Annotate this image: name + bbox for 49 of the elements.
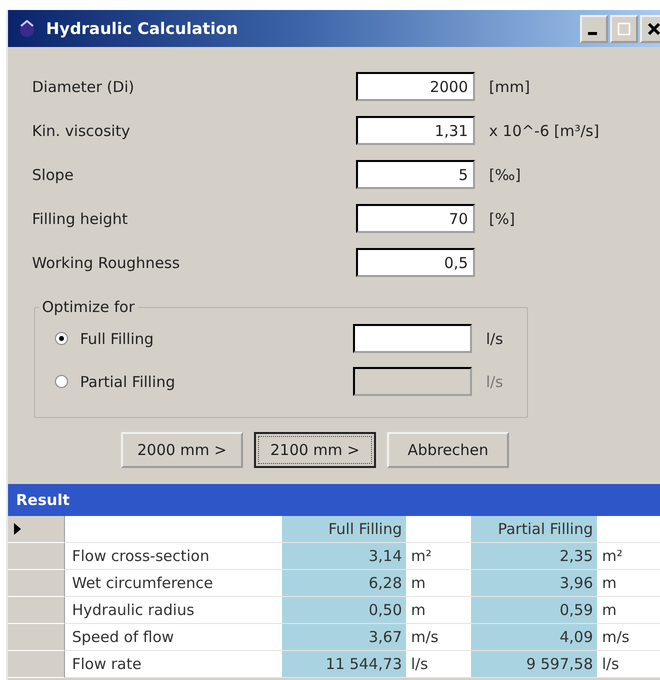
field-label: Filling height	[32, 210, 129, 228]
input-field[interactable]: 70	[356, 204, 475, 233]
table-cell: 3,96	[471, 570, 597, 597]
unit-label: l/s	[486, 372, 504, 390]
close-icon	[647, 22, 660, 36]
unit-label: [%]	[489, 210, 515, 228]
input-field[interactable]: 2000	[356, 72, 475, 101]
table-cell: 2,35	[471, 543, 597, 570]
table-cell: m	[597, 570, 660, 597]
unit-label: [mm]	[489, 78, 530, 96]
table-cell: 6,28	[282, 570, 406, 597]
table-cell: 0,50	[282, 597, 406, 624]
table-cell: 11 544,73	[282, 651, 406, 678]
table-cell: 4,09	[471, 624, 597, 651]
table-cell: 0,59	[471, 597, 597, 624]
table-cell: 9 597,58	[471, 651, 597, 678]
window-title: Hydraulic Calculation	[46, 19, 240, 38]
minimize-button[interactable]	[580, 14, 608, 42]
input-field[interactable]: 0,5	[356, 248, 475, 277]
action-button[interactable]: 2100 mm >	[254, 432, 376, 468]
group-title: Optimize for	[41, 298, 136, 316]
table-cell: Full Filling	[282, 516, 406, 543]
field-label: Diameter (Di)	[32, 78, 136, 96]
action-button[interactable]: 2000 mm >	[121, 432, 243, 468]
app-icon	[18, 20, 36, 38]
field-label: Kin. viscosity	[32, 122, 132, 140]
row-header[interactable]	[8, 516, 65, 543]
table-cell: m/s	[597, 624, 660, 651]
input-field[interactable]	[353, 324, 472, 353]
input-field[interactable]: 5	[356, 160, 475, 189]
result-header: Result	[8, 484, 660, 516]
unit-label: l/s	[486, 330, 504, 348]
radio-button[interactable]: Full Filling	[35, 330, 353, 348]
unit-label: [‰]	[489, 166, 521, 184]
table-cell: l/s	[597, 651, 660, 678]
maximize-icon	[617, 22, 631, 36]
input-field[interactable]: 1,31	[356, 116, 475, 145]
close-button[interactable]	[640, 14, 660, 42]
table-cell: m²	[597, 543, 660, 570]
field-label: Working Roughness	[32, 254, 181, 272]
minimize-icon	[588, 32, 597, 34]
table-cell: Partial Filling	[471, 516, 597, 543]
table-cell: 3,14	[282, 543, 406, 570]
field-label: Slope	[32, 166, 75, 184]
unit-label: x 10^-6 [m³/s]	[489, 122, 600, 140]
table-cell: 3,67	[282, 624, 406, 651]
action-button[interactable]: Abbrechen	[387, 432, 509, 468]
current-row-icon	[14, 523, 21, 535]
table-cell: m	[597, 597, 660, 624]
